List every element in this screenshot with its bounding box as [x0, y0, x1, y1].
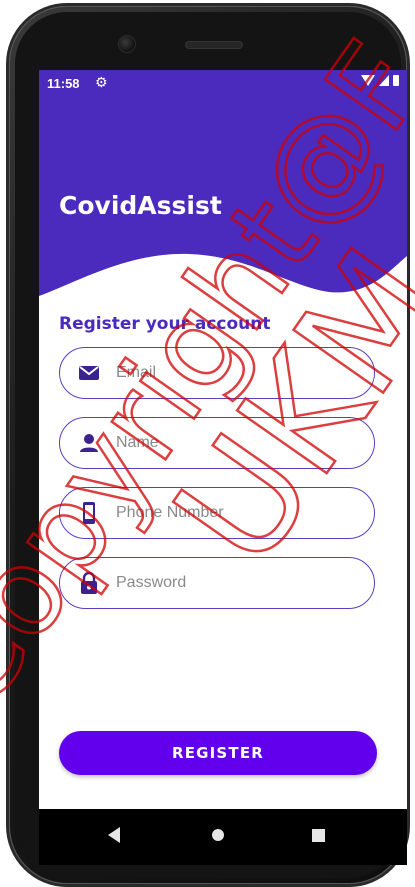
phone-icon — [83, 502, 95, 524]
email-icon — [79, 366, 99, 380]
status-icons — [361, 75, 399, 86]
gear-icon: ⚙ — [95, 74, 108, 90]
lock-icon — [81, 571, 97, 594]
register-heading: Register your account — [59, 314, 271, 334]
app-screen: 11:58 ⚙ CovidAssist Register your accoun… — [39, 70, 407, 865]
header-banner: CovidAssist — [39, 96, 407, 326]
password-input[interactable] — [114, 566, 358, 600]
navigation-bar — [39, 809, 407, 865]
home-icon[interactable] — [212, 829, 224, 841]
recents-icon[interactable] — [312, 829, 325, 842]
status-time: 11:58 — [47, 76, 80, 91]
front-camera — [118, 35, 136, 53]
email-input[interactable] — [114, 356, 358, 390]
app-title: CovidAssist — [59, 191, 222, 220]
battery-icon — [393, 75, 399, 86]
password-field[interactable] — [59, 557, 375, 609]
name-input[interactable] — [114, 426, 358, 460]
earpiece-speaker — [185, 41, 243, 49]
signal-icon — [379, 75, 389, 86]
phone-field[interactable] — [59, 487, 375, 539]
status-bar: 11:58 ⚙ — [39, 70, 407, 96]
wifi-icon — [361, 75, 375, 86]
person-icon — [80, 434, 98, 452]
back-icon[interactable] — [108, 827, 120, 843]
email-field[interactable] — [59, 347, 375, 399]
phone-input[interactable] — [114, 496, 358, 530]
register-button[interactable]: REGISTER — [59, 731, 377, 775]
name-field[interactable] — [59, 417, 375, 469]
